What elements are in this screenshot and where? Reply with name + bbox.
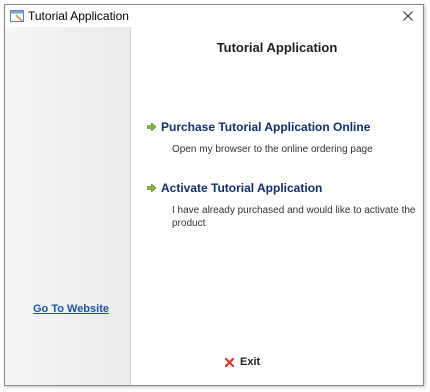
activate-button[interactable]: Activate Tutorial Application [147, 181, 417, 195]
purchase-option-description: Open my browser to the online ordering p… [172, 144, 373, 155]
green-arrow-icon [147, 123, 156, 131]
purchase-option: Purchase Tutorial Application Online Ope… [147, 120, 417, 156]
title-bar: Tutorial Application [5, 5, 423, 27]
purchase-online-button[interactable]: Purchase Tutorial Application Online [147, 120, 417, 134]
window-title: Tutorial Application [28, 9, 129, 23]
close-icon [403, 11, 413, 21]
app-window: Tutorial Application Go To Website Tutor… [4, 4, 424, 386]
app-window-icon [10, 10, 24, 22]
page-title: Tutorial Application [216, 40, 338, 55]
activate-option: Activate Tutorial Application I have alr… [147, 181, 417, 230]
go-to-website-link[interactable]: Go To Website [33, 303, 109, 315]
exit-label: Exit [240, 356, 261, 368]
sidebar: Go To Website [5, 27, 131, 385]
green-arrow-icon [147, 184, 156, 192]
close-button[interactable] [393, 5, 423, 27]
activate-option-label: Activate Tutorial Application [161, 181, 323, 195]
purchase-option-label: Purchase Tutorial Application Online [161, 120, 371, 134]
exit-button[interactable]: Exit [225, 356, 260, 368]
activate-option-description: I have already purchased and would like … [172, 205, 416, 229]
main-panel: Tutorial Application Purchase Tutorial A… [131, 27, 423, 385]
red-x-icon [225, 357, 234, 367]
